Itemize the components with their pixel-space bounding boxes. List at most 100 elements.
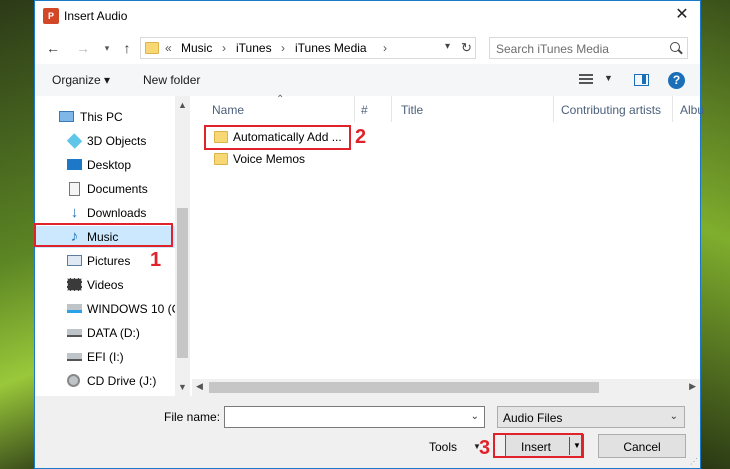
- drive-icon: [67, 329, 82, 337]
- document-icon: [69, 182, 80, 196]
- powerpoint-icon: P: [43, 8, 59, 24]
- title-bar[interactable]: P Insert Audio ✕: [35, 1, 700, 31]
- sidebar-item-desktop[interactable]: Desktop: [35, 154, 175, 176]
- address-overflow[interactable]: «: [165, 41, 172, 55]
- breadcrumb-itunes[interactable]: iTunes: [236, 41, 272, 55]
- search-icon[interactable]: [670, 42, 680, 52]
- sidebar-item-label: 3D Objects: [87, 134, 147, 148]
- sort-ascending-icon: ⌃: [276, 94, 285, 105]
- chevron-right-icon[interactable]: ›: [383, 41, 387, 55]
- scroll-right-icon[interactable]: ▶: [689, 381, 696, 392]
- forward-arrow-icon[interactable]: →: [73, 38, 93, 58]
- sidebar-item-documents[interactable]: Documents: [35, 178, 175, 200]
- sidebar-item-efi-drive[interactable]: EFI (I:): [35, 346, 175, 368]
- download-icon: ↓: [70, 204, 79, 221]
- new-folder-button[interactable]: New folder: [143, 73, 200, 87]
- resize-grip[interactable]: ⋰: [690, 457, 698, 466]
- tools-button[interactable]: Tools: [429, 440, 457, 454]
- sidebar-item-label: WINDOWS 10 (C: [87, 302, 181, 316]
- file-name: Voice Memos: [233, 152, 306, 166]
- sidebar-item-label: This PC: [80, 110, 123, 124]
- callout-box-insert: [493, 433, 583, 458]
- scroll-left-icon[interactable]: ◀: [196, 381, 203, 392]
- sidebar-item-label: DATA (D:): [87, 326, 140, 340]
- breadcrumb-itunes-media[interactable]: iTunes Media: [295, 41, 367, 55]
- sidebar-item-downloads[interactable]: ↓ Downloads: [35, 202, 175, 224]
- navigation-scrollbar[interactable]: ▲ ▼: [175, 96, 190, 396]
- callout-number-2: 2: [355, 126, 367, 148]
- chevron-down-icon[interactable]: ▾: [445, 41, 450, 52]
- help-icon[interactable]: ?: [668, 72, 685, 89]
- column-divider[interactable]: [354, 96, 355, 122]
- search-input[interactable]: Search iTunes Media: [496, 42, 609, 56]
- chevron-down-icon[interactable]: ⌄: [670, 411, 678, 422]
- chevron-right-icon[interactable]: ›: [222, 41, 226, 55]
- picture-icon: [67, 255, 82, 266]
- horizontal-scrollbar[interactable]: ◀ ▶: [192, 379, 700, 396]
- column-title[interactable]: Title: [401, 103, 423, 117]
- dialog-footer: File name: ⌄ Audio Files ⌄ Tools ▼ Inser…: [35, 396, 700, 468]
- chevron-down-icon[interactable]: ▼: [604, 73, 613, 83]
- callout-box-automatically-add: [204, 125, 351, 150]
- sidebar-item-this-pc[interactable]: This PC: [35, 106, 175, 128]
- window-title: Insert Audio: [64, 9, 128, 23]
- file-name-input[interactable]: ⌄: [224, 406, 485, 428]
- file-name-label: File name:: [164, 410, 221, 424]
- chevron-right-icon[interactable]: ›: [281, 41, 285, 55]
- navigation-row: ← → ▾ ↑ « Music › iTunes › iTunes Media …: [35, 32, 700, 64]
- recent-locations-chevron-icon[interactable]: ▾: [97, 38, 117, 58]
- folder-icon: [214, 153, 228, 165]
- sidebar-item-label: Documents: [87, 182, 148, 196]
- scroll-down-icon[interactable]: ▼: [178, 382, 187, 392]
- refresh-icon[interactable]: ↻: [461, 40, 472, 56]
- sidebar-item-3d-objects[interactable]: 3D Objects: [35, 130, 175, 152]
- column-divider[interactable]: [672, 96, 673, 122]
- column-contributing-artists[interactable]: Contributing artists: [561, 103, 661, 117]
- column-album[interactable]: Albu: [680, 103, 704, 117]
- video-icon: [67, 278, 82, 291]
- file-type-value: Audio Files: [503, 411, 563, 425]
- breadcrumb-music[interactable]: Music: [181, 41, 212, 55]
- file-row-voice-memos[interactable]: Voice Memos: [192, 148, 392, 170]
- cd-drive-icon: [67, 374, 80, 387]
- drive-icon: [67, 304, 82, 313]
- sidebar-item-label: Downloads: [87, 206, 147, 220]
- chevron-down-icon[interactable]: ⌄: [471, 411, 479, 422]
- file-type-select[interactable]: Audio Files ⌄: [497, 406, 685, 428]
- search-box[interactable]: Search iTunes Media: [489, 37, 688, 59]
- column-header-row: ⌃ Name # Title Contributing artists Albu: [192, 94, 704, 122]
- sidebar-item-cd-drive[interactable]: CD Drive (J:): [35, 370, 175, 392]
- address-bar[interactable]: « Music › iTunes › iTunes Media › ▾ ↻: [140, 37, 476, 59]
- drive-icon: [67, 353, 82, 361]
- cancel-button-label: Cancel: [623, 440, 661, 454]
- view-options-icon[interactable]: [579, 74, 593, 86]
- sidebar-item-label: Desktop: [87, 158, 132, 172]
- back-arrow-icon[interactable]: ←: [43, 38, 63, 58]
- up-arrow-icon[interactable]: ↑: [117, 38, 137, 58]
- sidebar-item-videos[interactable]: Videos: [35, 274, 175, 296]
- sidebar-item-label: EFI (I:): [87, 350, 124, 364]
- sidebar-item-label: CD Drive (J:): [87, 374, 157, 388]
- column-number[interactable]: #: [361, 103, 368, 117]
- callout-box-music: [34, 223, 173, 247]
- desktop-background-right: [701, 0, 730, 469]
- computer-icon: [59, 111, 74, 122]
- preview-pane-icon[interactable]: [634, 74, 649, 86]
- close-icon[interactable]: ✕: [672, 5, 692, 25]
- column-divider[interactable]: [553, 96, 554, 122]
- sidebar-item-label: Pictures: [87, 254, 131, 268]
- sidebar-item-data-drive[interactable]: DATA (D:): [35, 322, 175, 344]
- cube-icon: [66, 133, 83, 149]
- scrollbar-thumb[interactable]: [177, 208, 188, 358]
- column-name[interactable]: Name: [212, 103, 244, 117]
- desktop-background-left: [0, 0, 34, 469]
- column-divider[interactable]: [391, 96, 392, 122]
- cancel-button[interactable]: Cancel: [598, 434, 686, 458]
- sidebar-item-label: Videos: [87, 278, 124, 292]
- organize-button[interactable]: Organize ▾: [52, 73, 110, 87]
- scroll-up-icon[interactable]: ▲: [178, 100, 187, 110]
- scrollbar-thumb[interactable]: [209, 382, 599, 393]
- sidebar-item-windows-drive[interactable]: WINDOWS 10 (C: [35, 298, 180, 320]
- folder-icon: [145, 42, 159, 54]
- desktop-icon: [67, 159, 82, 170]
